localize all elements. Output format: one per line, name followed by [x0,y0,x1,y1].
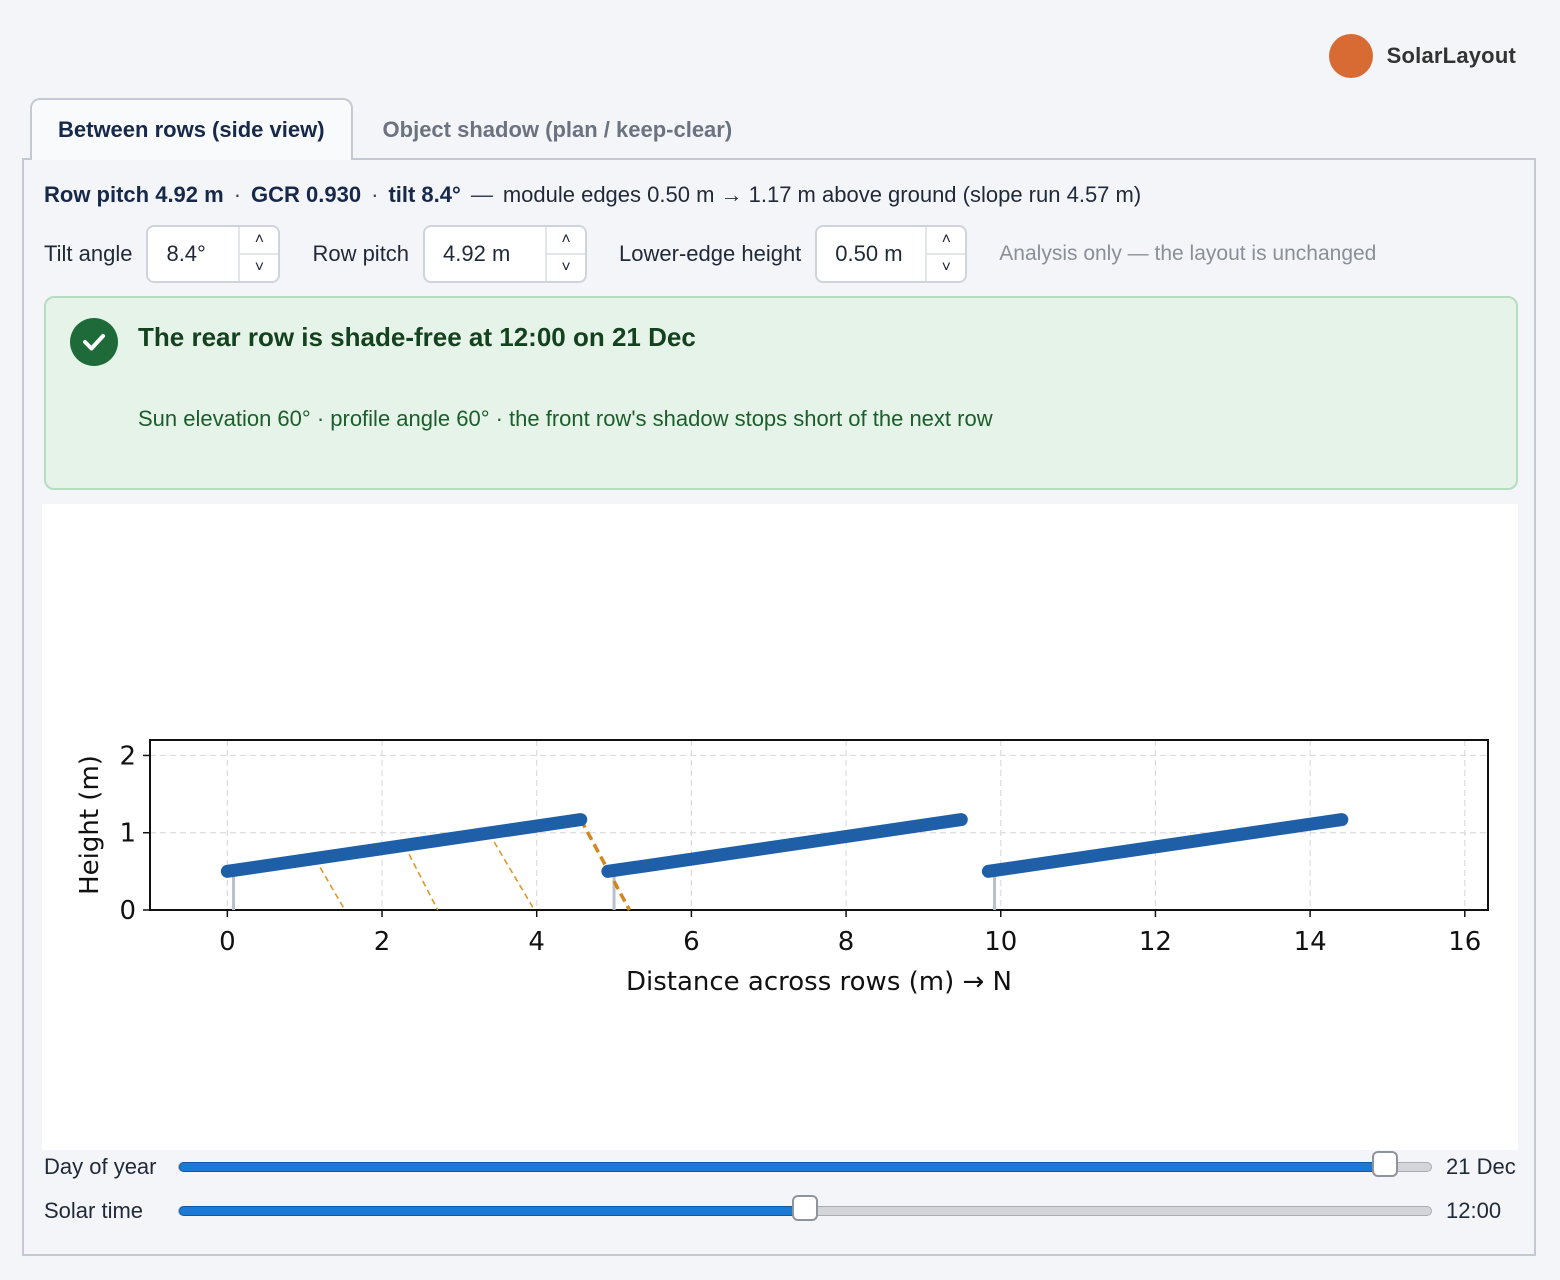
summary-gcr: GCR 0.930 [251,182,362,207]
time-slider[interactable] [178,1195,1432,1221]
height-label: Lower-edge height [619,241,802,266]
height-value[interactable]: 0.50 m [817,227,925,281]
chart-svg: 0 2 4 6 8 10 12 14 16012Distance across rows (m)… [75,739,1489,997]
height-decrement-icon[interactable]: ˅ [927,255,965,281]
time-slider-row: Solar time 12:00 [44,1195,1502,1224]
tilt-value[interactable]: 8.4° [148,227,238,281]
shade-status-banner: The rear row is shade-free at 12:00 on 2… [44,296,1518,490]
time-label: Solar time [44,1198,144,1223]
side-view-chart: 0 2 4 6 8 10 12 14 16 0 1 2 Distance across rows (m)… [42,504,1518,1150]
x-tick-label: 2 [374,927,391,957]
x-tick-label: 10 [984,927,1017,957]
day-slider-row: Day of year 21 Dec [44,1151,1516,1180]
x-axis-label: Distance across rows (m) → N [626,967,1012,997]
check-circle-icon [70,318,118,366]
summary-tilt: tilt 8.4° [388,182,461,207]
x-tick-label: 6 [683,927,700,957]
x-tick-label: 0 [219,927,236,957]
tilt-label: Tilt angle [44,241,133,266]
shadow-ray [408,853,439,911]
controls-row: Tilt angle 8.4° ˄ ˅ Row pitch 4.92 m ˄ ˅ L… [44,224,1376,284]
time-slider-thumb[interactable] [792,1195,818,1221]
summary-pitch: Row pitch 4.92 m [44,182,224,207]
y-tick-label: 1 [119,819,136,849]
tab-object-shadow[interactable]: Object shadow (plan / keep-clear) [353,100,759,160]
brand-logo-icon [1328,34,1373,78]
pitch-value[interactable]: 4.92 m [425,227,545,281]
geometry-summary: Row pitch 4.92 m · GCR 0.930 · tilt 8.4° — mod… [44,182,1142,207]
tab-between-rows[interactable]: Between rows (side view) [30,98,353,160]
x-tick-label: 12 [1139,927,1172,957]
module-row [220,813,588,878]
time-slider-fill [179,1206,805,1216]
day-slider-fill [179,1162,1385,1172]
shadow-ray [319,867,346,911]
brand-name: SolarLayout [1386,43,1516,68]
tab-bar: Between rows (side view) Object shadow (… [30,98,758,160]
shadow-ray [493,841,536,911]
tab-panel: Row pitch 4.92 m · GCR 0.930 · tilt 8.4° — mod… [22,158,1536,1256]
module-row [601,813,968,878]
status-title: The rear row is shade-free at 12:00 on 2… [138,322,696,352]
pitch-increment-icon[interactable]: ˄ [547,227,586,255]
time-value: 12:00 [1446,1198,1502,1223]
x-tick-label: 16 [1448,927,1481,957]
tilt-increment-icon[interactable]: ˄ [240,227,279,255]
y-tick-label: 0 [119,896,136,926]
x-tick-label: 14 [1294,927,1327,957]
day-slider-thumb[interactable] [1371,1151,1398,1177]
analysis-note: Analysis only — the layout is unchanged [999,242,1377,265]
status-detail: Sun elevation 60° · profile angle 60° · … [138,406,993,431]
pitch-label: Row pitch [312,241,410,266]
day-label: Day of year [44,1154,157,1179]
tilt-stepper[interactable]: 8.4° ˄ ˅ [146,225,281,283]
y-tick-label: 2 [119,741,136,771]
brand: SolarLayout [1328,34,1516,78]
height-increment-icon[interactable]: ˄ [927,227,966,255]
day-slider[interactable] [178,1151,1432,1177]
height-stepper[interactable]: 0.50 m ˄ ˅ [815,225,968,283]
tilt-decrement-icon[interactable]: ˅ [240,255,278,281]
y-axis-label: Height (m) [75,755,105,895]
pitch-decrement-icon[interactable]: ˅ [547,255,585,281]
x-tick-label: 8 [838,927,855,957]
x-tick-label: 4 [528,927,545,957]
module-row [981,813,1349,878]
summary-detail: module edges 0.50 m → 1.17 m above groun… [502,182,1142,207]
pitch-stepper[interactable]: 4.92 m ˄ ˅ [423,225,588,283]
day-value: 21 Dec [1446,1154,1516,1179]
